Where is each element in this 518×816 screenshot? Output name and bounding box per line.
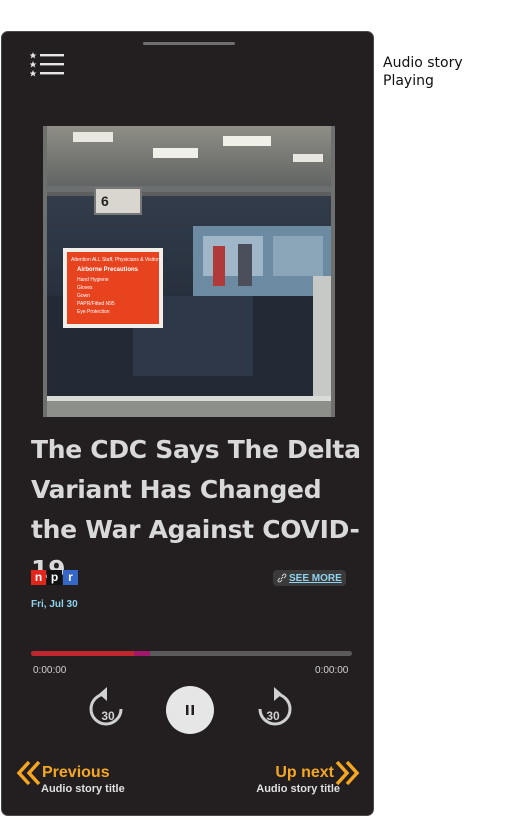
menu-button[interactable] [29, 51, 66, 79]
status-line-2: Playing [383, 73, 434, 89]
audio-player-panel: 6 Attention ALL Staff, Physicians & Visi… [1, 31, 374, 816]
next-subtitle: Audio story title [256, 783, 340, 795]
progress-buffer [133, 651, 150, 656]
accessibility-status: Audio story Playing [383, 54, 463, 90]
link-icon [277, 573, 287, 583]
previous-subtitle: Audio story title [41, 783, 125, 795]
see-more-link[interactable]: SEE MORE [273, 570, 346, 586]
sign-item-1: Hand Hygiene [77, 277, 109, 283]
progress-fill [31, 651, 134, 656]
menu-icon [29, 52, 64, 77]
previous-label: Previous [42, 764, 110, 781]
chevron-left-icon [16, 760, 41, 786]
rewind-30-button[interactable]: 30 [88, 686, 128, 734]
source-logo: n p r [31, 570, 78, 585]
sign-item-4: PAPR/Fitted N95 [77, 301, 115, 307]
progress-bar[interactable] [31, 651, 352, 656]
total-duration: 0:00:00 [315, 665, 349, 676]
hospital-room-photo: 6 Attention ALL Staff, Physicians & Visi… [43, 126, 335, 417]
next-label: Up next [275, 764, 334, 781]
pause-icon [186, 705, 194, 715]
sign-item-5: Eye Protection [77, 309, 110, 315]
forward-seconds: 30 [266, 709, 280, 723]
rewind-30-icon: 30 [89, 687, 123, 726]
sign-item-3: Gown [77, 293, 90, 299]
sign-subheading: Airborne Precautions [77, 267, 139, 273]
source-logo-letter-p: p [47, 570, 62, 585]
next-button[interactable]: Up next Audio story title [242, 760, 362, 800]
sign-item-2: Gloves [77, 285, 93, 291]
drag-handle[interactable] [143, 42, 235, 45]
chevron-right-icon [335, 760, 360, 786]
see-more-label: SEE MORE [289, 572, 342, 584]
room-number: 6 [101, 193, 109, 209]
source-logo-letter-n: n [31, 570, 46, 585]
story-artwork: 6 Attention ALL Staff, Physicians & Visi… [43, 126, 335, 417]
story-title: The CDC Says The Delta Variant Has Chang… [31, 435, 361, 584]
sign-heading: Attention ALL Staff, Physicians & Visito… [71, 257, 162, 263]
rewind-seconds: 30 [101, 709, 115, 723]
forward-30-icon: 30 [258, 687, 292, 726]
source-logo-letter-r: r [63, 570, 78, 585]
story-date: Fri, Jul 30 [31, 599, 78, 610]
forward-30-button[interactable]: 30 [253, 686, 293, 734]
elapsed-time: 0:00:00 [33, 665, 67, 676]
pause-button[interactable] [166, 686, 214, 734]
status-line-1: Audio story [383, 55, 463, 71]
